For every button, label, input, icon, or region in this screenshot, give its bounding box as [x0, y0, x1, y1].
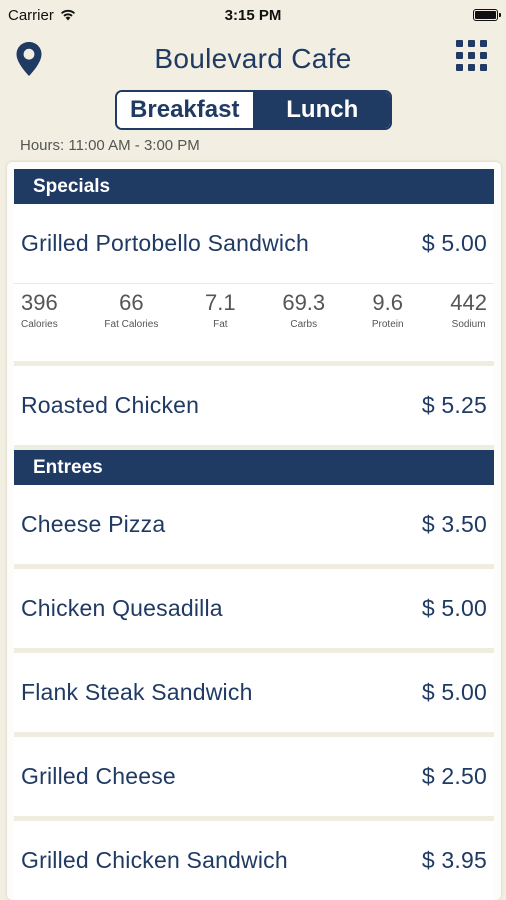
battery-icon — [473, 9, 501, 21]
status-bar: Carrier 3:15 PM — [0, 0, 506, 30]
grid-menu-icon — [456, 40, 490, 71]
app-header: Boulevard Cafe — [0, 30, 506, 88]
item-name: Roasted Chicken — [21, 392, 200, 418]
item-price: $ 2.50 — [421, 763, 487, 789]
nutrition-fat-calories: 66 Fat Calories — [104, 290, 158, 341]
item-name: Flank Steak Sandwich — [21, 679, 253, 705]
location-pin-icon — [16, 42, 42, 76]
nutrition-sodium: 442 Sodium — [450, 290, 487, 341]
menu-item-row[interactable]: Chicken Quesadilla $ 5.00 — [14, 569, 494, 648]
nutrition-value: 9.6 — [372, 290, 403, 315]
item-name: Chicken Quesadilla — [21, 595, 223, 621]
carrier-signal: Carrier — [8, 7, 76, 24]
item-price: $ 5.00 — [421, 595, 487, 621]
battery-fill — [475, 11, 496, 19]
menu-item-row[interactable]: Grilled Cheese $ 2.50 — [14, 737, 494, 816]
item-name: Grilled Cheese — [21, 763, 176, 789]
section-header-entrees: Entrees — [14, 450, 494, 485]
menu-item-row[interactable]: Grilled Chicken Sandwich $ 3.95 — [14, 821, 494, 900]
list-item[interactable]: Grilled Chicken Sandwich $ 3.95 — [14, 821, 494, 900]
page-title: Boulevard Cafe — [154, 43, 352, 74]
item-price: $ 3.50 — [421, 511, 487, 537]
grid-dot — [456, 40, 463, 47]
hours-label: Hours: 11:00 AM - 3:00 PM — [20, 137, 200, 154]
nutrition-value: 396 — [21, 290, 58, 315]
item-price: $ 5.00 — [421, 230, 487, 256]
nutrition-value: 7.1 — [205, 290, 236, 315]
nutrition-label: Sodium — [451, 319, 486, 330]
section-header-specials: Specials — [14, 169, 494, 204]
nutrition-label: Fat — [213, 319, 228, 330]
grid-dot — [480, 40, 487, 47]
grid-dot — [456, 64, 463, 71]
nutrition-fat: 7.1 Fat — [205, 290, 236, 341]
menu-item-row[interactable]: Grilled Portobello Sandwich $ 5.00 — [14, 204, 494, 283]
carrier-label: Carrier — [8, 6, 54, 24]
tab-lunch[interactable]: Lunch — [254, 92, 390, 128]
item-price: $ 3.95 — [421, 847, 487, 873]
list-item[interactable]: Cheese Pizza $ 3.50 — [14, 485, 494, 569]
grid-menu-button[interactable] — [456, 40, 490, 74]
wifi-icon — [60, 9, 75, 21]
grid-dot — [480, 52, 487, 59]
nutrition-value: 66 — [119, 290, 144, 315]
list-item[interactable]: Flank Steak Sandwich $ 5.00 — [14, 653, 494, 737]
nutrition-calories: 396 Calories — [21, 290, 58, 341]
grid-dot — [456, 52, 463, 59]
item-price: $ 5.00 — [421, 679, 487, 705]
nutrition-label: Fat Calories — [104, 319, 159, 330]
list-item[interactable]: Chicken Quesadilla $ 5.00 — [14, 569, 494, 653]
item-name: Cheese Pizza — [21, 511, 166, 537]
meal-segmented-control: Breakfast Lunch — [115, 90, 392, 130]
menu-list[interactable]: Specials Grilled Portobello Sandwich $ 5… — [7, 162, 501, 900]
menu-item-row[interactable]: Flank Steak Sandwich $ 5.00 — [14, 653, 494, 732]
menu-item-row[interactable]: Roasted Chicken $ 5.25 — [14, 366, 494, 445]
grid-dot — [468, 40, 475, 47]
nutrition-protein: 9.6 Protein — [372, 290, 404, 341]
nutrition-label: Calories — [21, 319, 58, 330]
item-name: Grilled Chicken Sandwich — [21, 847, 288, 873]
list-item[interactable]: Grilled Portobello Sandwich $ 5.00 396 C… — [14, 204, 494, 366]
nutrition-label: Carbs — [290, 319, 318, 330]
item-name: Grilled Portobello Sandwich — [21, 230, 309, 256]
nutrition-value: 442 — [450, 290, 487, 315]
list-item[interactable]: Roasted Chicken $ 5.25 — [14, 366, 494, 450]
location-button[interactable] — [14, 40, 44, 78]
grid-dot — [480, 64, 487, 71]
nutrition-panel: 396 Calories 66 Fat Calories 7.1 Fat 69.… — [14, 283, 494, 361]
item-price: $ 5.25 — [421, 392, 487, 418]
tab-breakfast[interactable]: Breakfast — [117, 92, 255, 128]
list-item[interactable]: Grilled Cheese $ 2.50 — [14, 737, 494, 821]
nutrition-carbs: 69.3 Carbs — [282, 290, 325, 341]
clock: 3:15 PM — [224, 6, 282, 24]
grid-dot — [468, 52, 475, 59]
grid-dot — [468, 64, 475, 71]
menu-item-row[interactable]: Cheese Pizza $ 3.50 — [14, 485, 494, 564]
nutrition-label: Protein — [371, 319, 404, 330]
nutrition-value: 69.3 — [282, 290, 326, 315]
